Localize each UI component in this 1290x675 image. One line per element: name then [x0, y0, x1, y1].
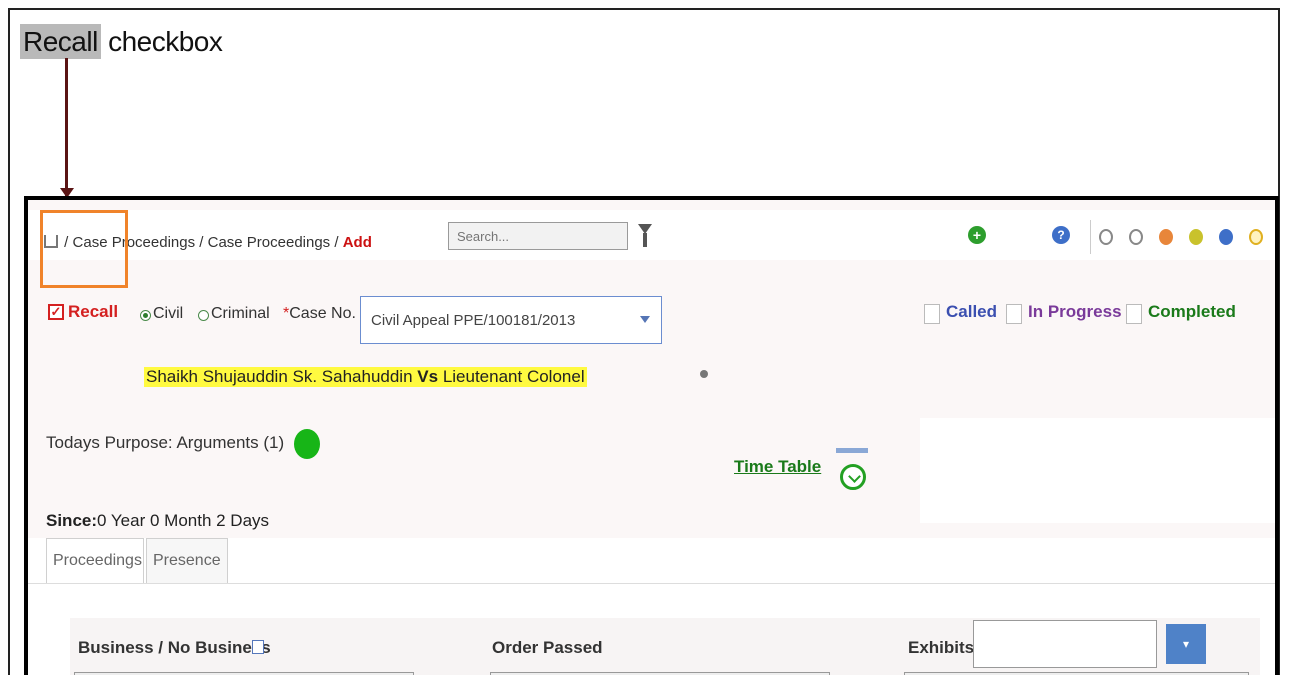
time-table-link[interactable]: Time Table — [734, 457, 821, 477]
status-dot-icon[interactable] — [1129, 229, 1143, 245]
breadcrumb-current: Add — [342, 234, 372, 251]
breadcrumb-sep: / — [195, 234, 208, 251]
since-duration: Since:0 Year 0 Month 2 Days — [46, 511, 269, 531]
completed-checkbox[interactable] — [1126, 304, 1142, 324]
search-input[interactable] — [448, 222, 628, 250]
recall-checkbox[interactable]: ✓ — [48, 304, 64, 320]
annotation-pointer-line — [65, 58, 68, 198]
case-no-label-text: Case No. — [289, 305, 356, 322]
breadcrumb-link-case-proceedings-2[interactable]: Case Proceedings — [208, 234, 331, 251]
completed-label: Completed — [1148, 302, 1236, 321]
civil-label: Civil — [153, 305, 184, 322]
case-no-select[interactable]: Civil Appeal PPE/100181/2013 — [360, 296, 662, 344]
versus-label: Vs — [417, 367, 439, 386]
status-dot-icon[interactable] — [1219, 229, 1233, 245]
criminal-label: Criminal — [211, 305, 270, 322]
in-progress-checkbox[interactable] — [1006, 304, 1022, 324]
recall-highlight-box — [40, 210, 128, 288]
party-2: Lieutenant Colonel — [442, 367, 585, 386]
in-progress-label: In Progress — [1028, 302, 1122, 321]
exhibits-dropdown-button[interactable]: ▾ — [1166, 624, 1206, 664]
party-1: Shaikh Shujauddin Sk. Sahahuddin — [146, 367, 413, 386]
outer-frame-left — [8, 8, 10, 675]
annotation-highlight: Recall — [20, 24, 101, 59]
status-dot-icon[interactable] — [1099, 229, 1113, 245]
exhibits-label: Exhibits — [908, 638, 975, 657]
since-value: 0 Year 0 Month 2 Days — [97, 511, 270, 530]
annotation-rest: checkbox — [100, 26, 223, 57]
tab-proceedings[interactable]: Proceedings — [46, 538, 144, 584]
filter-icon-stem — [643, 233, 647, 247]
case-no-label: *Case No. — [283, 305, 356, 323]
since-label: Since: — [46, 511, 98, 530]
annotation-title: Recall checkbox — [20, 24, 223, 59]
purpose-status-icon — [294, 429, 320, 459]
exhibits-input[interactable] — [973, 620, 1157, 668]
called-label: Called — [946, 302, 998, 321]
status-dot-icon[interactable] — [1189, 229, 1203, 245]
recall-label: Recall — [68, 302, 119, 321]
chevron-down-icon[interactable] — [640, 316, 650, 323]
outer-frame-top — [8, 8, 1280, 10]
right-panel — [920, 418, 1275, 523]
help-icon[interactable]: ? — [1052, 226, 1070, 244]
info-dot-icon[interactable] — [700, 370, 708, 378]
purpose-value: Arguments (1) — [176, 433, 285, 452]
civil-radio[interactable] — [140, 310, 151, 321]
app-screenshot: / Case Proceedings / Case Proceedings / … — [24, 196, 1279, 675]
tab-presence[interactable]: Presence — [146, 538, 228, 584]
order-passed-label: Order Passed — [492, 638, 603, 657]
status-dot-icon[interactable] — [1159, 229, 1173, 245]
time-table-clock-icon[interactable] — [834, 448, 872, 492]
business-checkbox[interactable] — [252, 640, 264, 654]
business-label: Business / No Business — [78, 638, 271, 657]
add-icon[interactable]: + — [968, 226, 986, 244]
case-parties: Shaikh Shujauddin Sk. Sahahuddin Vs Lieu… — [144, 367, 587, 387]
called-checkbox[interactable] — [924, 304, 940, 324]
tab-divider — [28, 583, 1275, 584]
breadcrumb-sep: / — [330, 234, 343, 251]
purpose-label: Todays Purpose: — [46, 433, 173, 452]
todays-purpose: Todays Purpose: Arguments (1) — [46, 433, 284, 453]
status-legend — [1090, 220, 1273, 254]
status-dot-icon[interactable] — [1249, 229, 1263, 245]
criminal-radio[interactable] — [198, 310, 209, 321]
